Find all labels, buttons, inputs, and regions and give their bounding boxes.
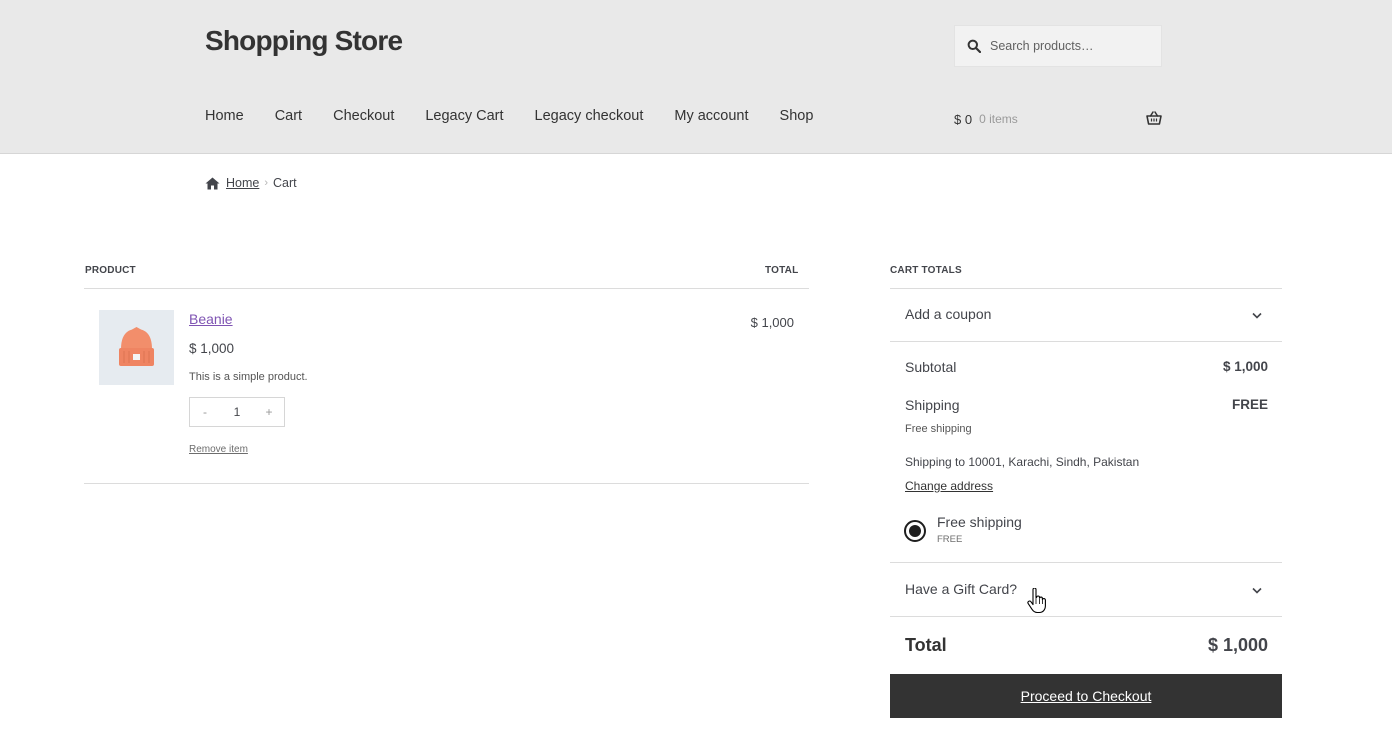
primary-nav: Home Cart Checkout Legacy Cart Legacy ch… [205, 108, 844, 124]
coupon-divider [890, 341, 1282, 342]
table-bottom-divider [84, 483, 809, 484]
coupon-label: Add a coupon [905, 306, 992, 322]
search-placeholder: Search products… [990, 39, 1094, 53]
nav-item-shop[interactable]: Shop [780, 108, 814, 124]
line-total: $ 1,000 [750, 315, 794, 330]
beanie-image [119, 327, 154, 366]
shipping-method-note: Free shipping [905, 423, 972, 435]
nav-item-cart[interactable]: Cart [275, 108, 302, 124]
shipping-option-label[interactable]: Free shipping [937, 514, 1022, 530]
proceed-to-checkout-button[interactable]: Proceed to Checkout [890, 674, 1282, 718]
change-address-link[interactable]: Change address [905, 479, 993, 493]
totals-header-divider [890, 288, 1282, 289]
chevron-down-icon [1252, 587, 1262, 594]
breadcrumb: Home › Cart [205, 176, 297, 190]
mini-cart-amount: $ 0 [954, 111, 973, 127]
quantity-decrease-button[interactable]: - [199, 405, 211, 419]
search-input[interactable]: Search products… [954, 25, 1162, 67]
basket-icon [1146, 111, 1162, 125]
product-thumbnail[interactable] [99, 310, 174, 385]
breadcrumb-home-link[interactable]: Home [226, 176, 259, 190]
mini-cart[interactable]: $ 0 0 items [954, 110, 1162, 128]
product-name-link[interactable]: Beanie [189, 311, 233, 327]
search-icon [967, 39, 981, 53]
mini-cart-count: 0 items [979, 112, 1018, 126]
shipping-option-price: FREE [937, 534, 963, 545]
nav-item-legacy-checkout[interactable]: Legacy checkout [535, 108, 644, 124]
shipping-address: Shipping to 10001, Karachi, Sindh, Pakis… [905, 455, 1140, 469]
cart-totals-heading: CART TOTALS [890, 265, 962, 276]
hand-pointer-cursor [1027, 588, 1046, 614]
gift-card-divider [890, 616, 1282, 617]
subtotal-value: $ 1,000 [1222, 359, 1268, 374]
quantity-stepper: - 1 + [189, 397, 285, 427]
site-title[interactable]: Shopping Store [205, 25, 403, 57]
shipping-label: Shipping [905, 397, 960, 413]
nav-item-legacy-cart[interactable]: Legacy Cart [425, 108, 503, 124]
shipping-divider [890, 562, 1282, 563]
subtotal-label: Subtotal [905, 359, 957, 375]
shipping-option-radio[interactable] [904, 520, 926, 542]
order-total-label: Total [905, 635, 947, 655]
chevron-down-icon [1252, 312, 1262, 319]
breadcrumb-separator-icon: › [264, 177, 269, 189]
nav-item-checkout[interactable]: Checkout [333, 108, 394, 124]
breadcrumb-current: Cart [273, 176, 297, 190]
nav-item-my-account[interactable]: My account [674, 108, 748, 124]
nav-item-home[interactable]: Home [205, 108, 244, 124]
product-description: This is a simple product. [189, 371, 308, 383]
column-header-product: PRODUCT [85, 265, 136, 276]
gift-card-label: Have a Gift Card? [905, 581, 1018, 597]
column-header-total: TOTAL [765, 265, 799, 276]
shipping-value: FREE [1231, 397, 1268, 412]
home-icon [205, 177, 220, 189]
site-header: Shopping Store Search products… Home Car… [0, 0, 1392, 154]
quantity-increase-button[interactable]: + [263, 405, 275, 419]
table-header-divider [84, 288, 809, 289]
product-unit-price: $ 1,000 [189, 341, 235, 356]
remove-item-link[interactable]: Remove item [189, 444, 248, 455]
quantity-input[interactable]: 1 [234, 405, 241, 419]
proceed-to-checkout-label: Proceed to Checkout [1020, 688, 1152, 704]
order-total-value: $ 1,000 [1207, 635, 1268, 655]
